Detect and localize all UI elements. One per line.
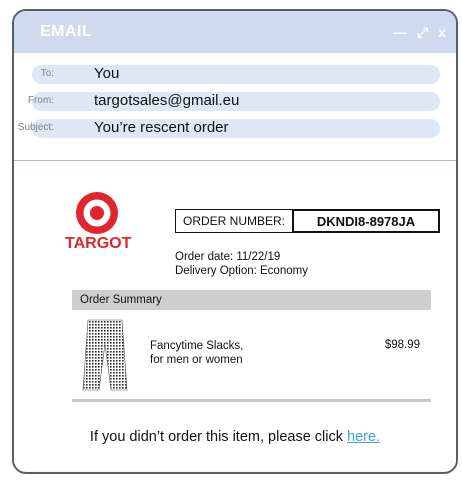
item-name-line2: for men or women xyxy=(150,354,243,366)
footer-message: If you didn’t order this item, please cl… xyxy=(14,429,456,445)
here-link[interactable]: here. xyxy=(347,429,380,445)
order-summary-heading: Order Summary xyxy=(72,290,431,310)
email-window: EMAIL — ⤢ x To: You From: targotsales@gm… xyxy=(12,9,458,474)
order-number-value: DKNDI8-8978JA xyxy=(292,209,440,233)
order-number-box: ORDER NUMBER: DKNDI8-8978JA xyxy=(175,209,440,233)
order-date: Order date: 11/22/19 xyxy=(175,251,281,263)
brand-logo: TARGOT xyxy=(65,191,132,253)
pants-icon xyxy=(82,319,128,391)
to-field: To: You xyxy=(32,64,440,84)
window-controls: — ⤢ x xyxy=(393,24,446,41)
order-number-label: ORDER NUMBER: xyxy=(175,209,293,233)
to-value: You xyxy=(94,65,120,82)
subject-field: Subject: You’re rescent order xyxy=(18,118,440,138)
email-header: To: You From: targotsales@gmail.eu Subje… xyxy=(14,53,456,160)
item-name-line1: Fancytime Slacks, xyxy=(150,340,244,352)
subject-label: Subject: xyxy=(17,122,54,133)
close-icon[interactable]: x xyxy=(438,24,446,40)
item-description: Fancytime Slacks, for men or women xyxy=(150,339,243,367)
order-meta: Order date: 11/22/19 Delivery Option: Ec… xyxy=(175,250,308,278)
from-field: From: targotsales@gmail.eu xyxy=(28,91,440,111)
minimize-icon[interactable]: — xyxy=(393,24,407,40)
summary-divider xyxy=(72,399,431,402)
footer-text: If you didn’t order this item, please cl… xyxy=(89,429,348,445)
from-label: From: xyxy=(27,95,54,106)
item-price: $98.99 xyxy=(384,339,420,351)
delivery-option: Delivery Option: Economy xyxy=(175,265,308,277)
window-title: EMAIL xyxy=(40,23,93,40)
from-value: targotsales@gmail.eu xyxy=(94,92,240,109)
email-body: TARGOT ORDER NUMBER: DKNDI8-8978JA Order… xyxy=(14,161,456,471)
expand-icon[interactable]: ⤢ xyxy=(417,24,428,41)
brand-name: TARGOT xyxy=(65,235,132,252)
bullseye-icon xyxy=(76,192,118,234)
to-label: To: xyxy=(40,68,54,79)
subject-value: You’re rescent order xyxy=(94,119,229,136)
title-bar: EMAIL — ⤢ x xyxy=(14,11,456,53)
